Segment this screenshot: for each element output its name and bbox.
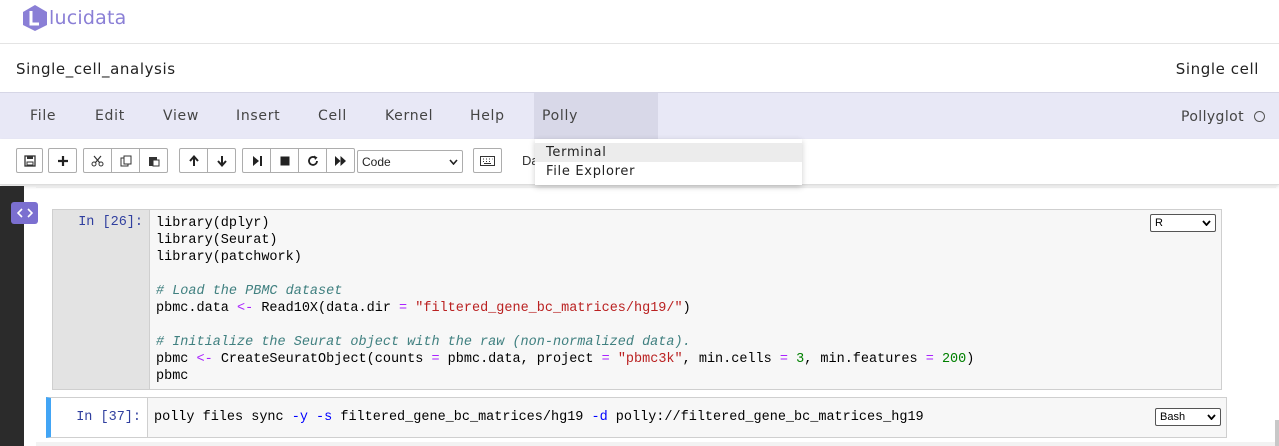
cell-language-select[interactable]: R	[1150, 214, 1216, 232]
menu-help[interactable]: Help	[462, 93, 513, 140]
polly-offerings-dropdown: Terminal File Explorer	[535, 139, 802, 185]
restart-run-all-button[interactable]	[326, 148, 355, 173]
save-icon	[23, 154, 36, 167]
notebook-kind-label: Single cell	[1175, 60, 1259, 78]
kernel-name: Pollyglot	[1180, 108, 1244, 125]
cut-button[interactable]	[83, 148, 112, 173]
menu-cell[interactable]: Cell	[310, 93, 355, 140]
top-bar: lucidata	[0, 0, 1279, 44]
code-line-create-object: pbmc <- CreateSeuratObject(counts = pbmc…	[156, 352, 975, 367]
sidebar-toggle-button[interactable]	[11, 202, 38, 224]
cell-type-value: Code	[362, 154, 391, 169]
kernel-status-circle-icon	[1254, 111, 1265, 122]
move-up-button[interactable]	[179, 148, 208, 173]
logo-text: lucidata	[49, 7, 127, 29]
menu-insert[interactable]: Insert	[228, 93, 288, 140]
paste-button[interactable]	[139, 148, 168, 173]
copy-button[interactable]	[111, 148, 140, 173]
menu-edit[interactable]: Edit	[87, 93, 133, 140]
menu-polly-offerings[interactable]: Polly Offerings	[534, 93, 658, 170]
keyboard-icon	[480, 155, 495, 166]
run-cell-button[interactable]	[242, 148, 271, 173]
code-cell-selected[interactable]: In [37]: polly files sync -y -s filtered…	[46, 397, 1227, 438]
arrow-down-icon	[216, 155, 227, 167]
code-line: library(patchwork)	[156, 250, 302, 265]
save-button[interactable]	[16, 148, 43, 173]
cell-editor[interactable]: library(dplyr) library(Seurat) library(p…	[149, 210, 1221, 389]
chevron-down-icon	[1207, 414, 1216, 420]
left-sidebar-strip	[0, 186, 24, 446]
cell-type-select[interactable]: Code	[357, 150, 463, 173]
cell-editor[interactable]: polly files sync -y -s filtered_gene_bc_…	[147, 398, 1226, 437]
stop-icon	[280, 156, 289, 165]
code-line: library(dplyr)	[156, 216, 270, 231]
arrow-up-icon	[188, 154, 199, 166]
kernel-indicator[interactable]: Pollyglot	[1181, 93, 1265, 140]
logo-hexagon-icon	[23, 5, 47, 31]
paste-icon	[148, 156, 159, 166]
code-line: library(Seurat)	[156, 233, 278, 248]
move-down-button[interactable]	[207, 148, 236, 173]
code-brackets-icon	[16, 208, 33, 218]
interrupt-kernel-button[interactable]	[270, 148, 299, 173]
code-cell[interactable]: In [26]: library(dplyr) library(Seurat) …	[52, 209, 1222, 390]
clipboard-button-group	[83, 148, 168, 173]
menu-file[interactable]: File	[22, 93, 64, 140]
next-cell-edge	[36, 442, 1276, 446]
cell-prompt: In [37]:	[51, 398, 147, 437]
cell-prompt: In [26]:	[53, 210, 149, 389]
menu-kernel[interactable]: Kernel	[377, 93, 441, 140]
code-line-read10x: pbmc.data <- Read10X(data.dir = "filtere…	[156, 301, 691, 316]
notebook-title[interactable]: Single_cell_analysis	[16, 60, 176, 78]
restart-kernel-button[interactable]	[298, 148, 327, 173]
notebook-header: Single_cell_analysis Single cell	[0, 45, 1279, 92]
command-palette-button[interactable]	[473, 148, 502, 173]
code-comment-line: # Load the PBMC dataset	[156, 284, 343, 299]
cut-icon	[91, 155, 104, 166]
scrollbar-thumb[interactable]	[1275, 420, 1279, 446]
previous-cell-edge	[36, 186, 1276, 188]
dropdown-item-file-explorer[interactable]: File Explorer	[535, 162, 802, 181]
dropdown-item-terminal[interactable]: Terminal	[535, 143, 802, 162]
cell-language-select[interactable]: Bash	[1155, 408, 1221, 426]
menu-view[interactable]: View	[155, 93, 207, 140]
code-line: pbmc	[156, 369, 189, 384]
restart-icon	[307, 155, 318, 166]
run-button-group	[242, 148, 355, 173]
insert-cell-button[interactable]	[48, 148, 77, 173]
chevron-down-icon	[1202, 220, 1211, 226]
plus-icon	[57, 155, 68, 166]
code-comment-line: # Initialize the Seurat object with the …	[156, 335, 691, 350]
move-button-group	[179, 148, 236, 173]
cell-language-value: R	[1155, 217, 1163, 229]
brand-logo[interactable]: lucidata	[22, 3, 126, 33]
chevron-down-icon	[449, 158, 458, 165]
run-step-icon	[252, 155, 262, 166]
menu-bar: File Edit View Insert Cell Kernel Help P…	[0, 92, 1279, 170]
copy-icon	[120, 155, 131, 166]
fast-forward-icon	[335, 155, 346, 166]
code-line-polly-sync: polly files sync -y -s filtered_gene_bc_…	[154, 410, 924, 425]
cell-language-value: Bash	[1160, 411, 1186, 423]
